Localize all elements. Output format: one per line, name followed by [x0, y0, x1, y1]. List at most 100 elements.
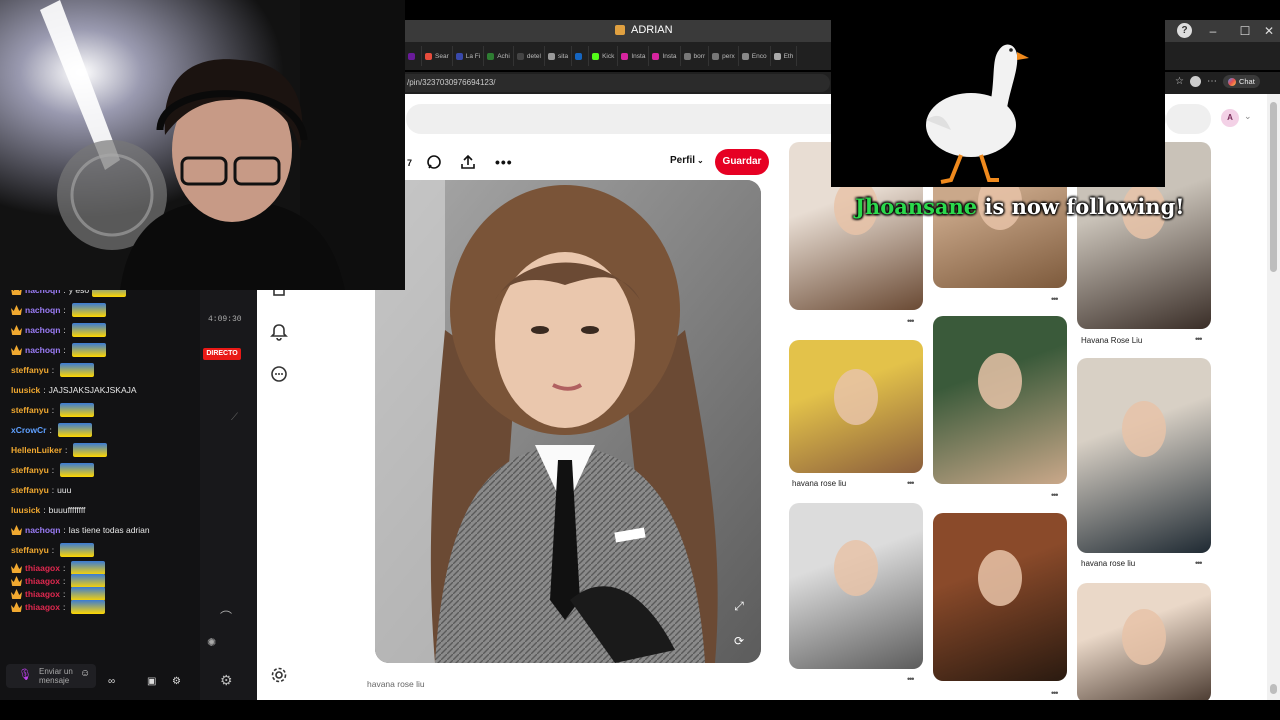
chat-username[interactable]: thiaagox: [25, 589, 60, 599]
chat-text: las tiene todas adrian: [68, 525, 150, 535]
chat-colon: :: [63, 305, 66, 315]
browser-tab[interactable]: Eth: [771, 46, 798, 66]
browser-tab[interactable]: Insta: [618, 46, 650, 66]
gear-icon[interactable]: ⚙: [220, 672, 233, 689]
related-pin-thumbnail[interactable]: [789, 503, 923, 669]
comment-icon[interactable]: [426, 154, 442, 170]
hangup-icon[interactable]: ⌒: [220, 608, 232, 625]
browser-tab[interactable]: perx: [709, 46, 739, 66]
crown-badge-icon: [11, 589, 22, 599]
address-bar[interactable]: /pin/3237030976694123/: [405, 74, 830, 92]
related-pin-thumbnail[interactable]: [933, 316, 1067, 484]
folder-icon: [615, 25, 625, 35]
thumbnail-label: Havana Rose Liu: [1081, 336, 1143, 345]
chat-username[interactable]: thiaagox: [25, 576, 60, 586]
browser-tab[interactable]: Achi: [484, 46, 514, 66]
hide-icon[interactable]: ⟋: [231, 412, 238, 423]
chat-text: buuuffffffff: [48, 505, 86, 515]
chat-username[interactable]: nachoqn: [25, 345, 60, 355]
chat-username[interactable]: thiaagox: [25, 602, 60, 612]
chat-username[interactable]: steffanyu: [11, 465, 49, 475]
related-pin-thumbnail[interactable]: [933, 513, 1067, 681]
chat-message: xCrowCr:: [11, 422, 92, 438]
more-options-icon[interactable]: •••: [907, 316, 915, 326]
chat-username[interactable]: nachoqn: [25, 325, 60, 335]
save-button[interactable]: Guardar: [715, 149, 769, 175]
main-pin-image[interactable]: [375, 180, 761, 663]
chat-username[interactable]: nachoqn: [25, 525, 60, 535]
chat-username[interactable]: steffanyu: [11, 485, 49, 495]
chat-text: uuu: [57, 485, 72, 495]
user-avatar[interactable]: A: [1221, 109, 1239, 127]
browser-tab[interactable]: borr: [681, 46, 710, 66]
page-scrollbar[interactable]: [1267, 94, 1280, 700]
gift-icon[interactable]: ▣: [147, 676, 156, 687]
reaction-count: 7: [407, 158, 413, 168]
settings-gear-icon[interactable]: [269, 665, 289, 685]
browser-tab[interactable]: [572, 46, 590, 66]
browser-tab[interactable]: Sear: [422, 46, 453, 66]
browser-tab[interactable]: Enco: [739, 46, 771, 66]
scrollbar-thumb[interactable]: [1270, 102, 1277, 272]
browser-tab[interactable]: La Fi: [453, 46, 485, 66]
related-pin-thumbnail[interactable]: [1077, 358, 1211, 553]
profile-dropdown[interactable]: Perfil ⌄: [670, 155, 704, 166]
browser-tab[interactable]: sita: [545, 46, 573, 66]
bell-icon[interactable]: [269, 322, 289, 342]
messages-icon[interactable]: [269, 364, 289, 384]
chevron-down-icon[interactable]: ⌄: [1244, 111, 1252, 122]
mic-icon[interactable]: 🎙: [18, 668, 32, 681]
more-options-icon[interactable]: •••: [1051, 294, 1059, 304]
tab-favicon-icon: [575, 52, 583, 60]
related-pin-thumbnail[interactable]: [1077, 583, 1211, 700]
emote-icon: [60, 463, 95, 477]
tab-favicon-icon: [455, 52, 463, 60]
live-badge: DIRECTO: [203, 348, 241, 360]
chat-button[interactable]: Chat: [1222, 75, 1260, 88]
chat-username[interactable]: HellenLuiker: [11, 445, 62, 455]
minimize-button[interactable]: –: [1200, 20, 1226, 42]
chat-username[interactable]: steffanyu: [11, 545, 49, 555]
tab-label: detel: [526, 52, 541, 60]
chat-username[interactable]: steffanyu: [11, 405, 49, 415]
chat-username[interactable]: luusick: [11, 505, 40, 515]
expand-icon[interactable]: ⤢: [727, 594, 751, 618]
chat-username[interactable]: thiaagox: [25, 563, 60, 573]
search-bar-end[interactable]: [1166, 104, 1211, 134]
share-icon[interactable]: [460, 154, 476, 170]
profile-icon[interactable]: [1189, 76, 1201, 87]
emote-icon: [60, 403, 95, 417]
browser-tab[interactable]: Kick: [589, 46, 619, 66]
emoji-icon[interactable]: ☺: [80, 668, 90, 679]
more-menu-icon[interactable]: ⋯: [1207, 76, 1217, 87]
settings-icon[interactable]: ⚙: [172, 676, 181, 687]
tab-label: Insta: [662, 52, 677, 60]
chat-colon: :: [63, 325, 66, 335]
more-options-icon[interactable]: •••: [495, 154, 513, 170]
help-icon[interactable]: ?: [1177, 23, 1192, 38]
browser-tab[interactable]: Insta: [649, 46, 681, 66]
chat-colon: :: [51, 465, 55, 475]
chat-username[interactable]: nachoqn: [25, 305, 60, 315]
chat-colon: :: [63, 525, 66, 535]
maximize-button[interactable]: ☐: [1232, 20, 1258, 42]
chat-username[interactable]: luusick: [11, 385, 40, 395]
chevron-down-icon: ⌄: [697, 156, 704, 165]
browser-tab[interactable]: [405, 46, 422, 66]
visual-search-icon[interactable]: ⟳: [727, 629, 751, 653]
bookmark-star-icon[interactable]: ☆: [1175, 76, 1184, 87]
channel-points-icon[interactable]: ∞: [108, 676, 115, 687]
more-options-icon[interactable]: •••: [1051, 688, 1059, 698]
close-button[interactable]: ✕: [1256, 20, 1280, 42]
more-options-icon[interactable]: •••: [1195, 558, 1203, 568]
chat-username[interactable]: xCrowCr: [11, 425, 46, 435]
chat-username[interactable]: steffanyu: [11, 365, 49, 375]
chat-username[interactable]: nachoqn: [25, 290, 60, 295]
related-pin-thumbnail[interactable]: [789, 340, 923, 473]
browser-tab[interactable]: detel: [514, 46, 545, 66]
chat-input[interactable]: 🎙 Enviar un mensaje ☺: [6, 664, 96, 688]
more-options-icon[interactable]: •••: [907, 478, 915, 488]
more-options-icon[interactable]: •••: [1195, 334, 1203, 344]
more-options-icon[interactable]: •••: [1051, 490, 1059, 500]
more-options-icon[interactable]: •••: [907, 674, 915, 684]
